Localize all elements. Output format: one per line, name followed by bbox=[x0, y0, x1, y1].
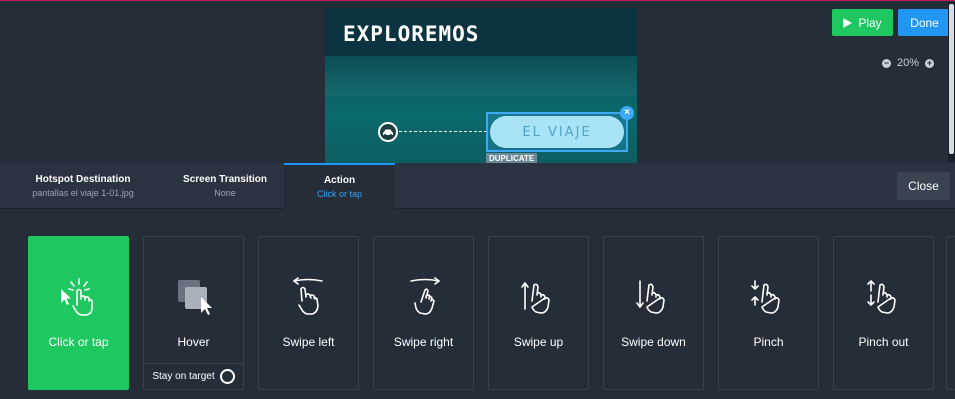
action-label: Click or tap bbox=[48, 335, 109, 349]
swipe-left-icon bbox=[259, 271, 358, 321]
swipe-down-icon bbox=[604, 271, 703, 321]
hotspot-area[interactable]: EL VIAJE bbox=[486, 112, 628, 152]
action-swipe-down[interactable]: Swipe down bbox=[603, 236, 704, 390]
screen-title: EXPLOREMOS bbox=[343, 22, 480, 46]
close-button[interactable]: Close bbox=[897, 172, 950, 200]
tab-title: Action bbox=[323, 175, 356, 186]
hotspot-label: EL VIAJE bbox=[490, 116, 624, 148]
action-label: Swipe right bbox=[393, 335, 454, 349]
play-label: Play bbox=[858, 15, 882, 30]
car-icon[interactable] bbox=[378, 122, 398, 142]
tab-value: None bbox=[214, 188, 236, 198]
action-label: Swipe up bbox=[513, 335, 564, 349]
zoom-control: − 20% + bbox=[882, 56, 946, 70]
zoom-in-icon[interactable]: + bbox=[925, 58, 935, 68]
action-label: Pinch bbox=[753, 335, 784, 349]
action-pinch-out[interactable]: Pinch out bbox=[833, 236, 934, 390]
swipe-right-icon bbox=[374, 271, 473, 321]
hover-cursor-icon bbox=[144, 271, 243, 321]
tab-title: Screen Transition bbox=[183, 174, 267, 185]
duplicate-button[interactable]: DUPLICATE bbox=[486, 153, 538, 163]
stay-on-target-radio[interactable] bbox=[219, 369, 235, 384]
done-button[interactable]: Done bbox=[898, 9, 951, 36]
action-label: Pinch out bbox=[858, 335, 909, 349]
action-pinch[interactable]: Pinch bbox=[718, 236, 819, 390]
action-hover[interactable]: Hover Stay on target bbox=[143, 236, 244, 390]
window-top-border bbox=[0, 0, 955, 1]
tab-hotspot-destination[interactable]: Hotspot Destination pantallas el viaje 1… bbox=[0, 163, 166, 209]
play-icon bbox=[843, 17, 853, 28]
action-label: Swipe down bbox=[621, 335, 686, 349]
action-card-partial[interactable] bbox=[946, 236, 955, 390]
action-swipe-right[interactable]: Swipe right bbox=[373, 236, 474, 390]
hotspot-link-line bbox=[399, 131, 487, 132]
car-glyph-icon bbox=[383, 129, 393, 136]
scrollbar-thumb[interactable] bbox=[949, 4, 954, 154]
stay-on-target-option[interactable]: Stay on target bbox=[144, 363, 243, 389]
pinch-out-icon bbox=[834, 271, 933, 321]
action-click-or-tap[interactable]: Click or tap bbox=[28, 236, 129, 390]
tab-value: pantallas el viaje 1-01.jpg bbox=[32, 188, 134, 198]
hotspot-settings-tabbar: Hotspot Destination pantallas el viaje 1… bbox=[0, 163, 955, 209]
action-label: Hover bbox=[177, 335, 210, 349]
zoom-level: 20% bbox=[897, 57, 920, 69]
scrollbar[interactable] bbox=[948, 2, 955, 162]
hotspot-remove-icon[interactable]: × bbox=[620, 106, 634, 120]
stay-on-target-label: Stay on target bbox=[152, 371, 215, 382]
action-options: Click or tap Hover Stay on target Swipe … bbox=[0, 210, 955, 399]
tab-screen-transition[interactable]: Screen Transition None bbox=[166, 163, 284, 209]
pinch-icon bbox=[719, 271, 818, 321]
tap-gesture-icon bbox=[29, 271, 128, 321]
screen-band bbox=[325, 56, 637, 96]
action-swipe-up[interactable]: Swipe up bbox=[488, 236, 589, 390]
zoom-out-icon[interactable]: − bbox=[882, 58, 891, 68]
action-label: Swipe left bbox=[282, 335, 335, 349]
action-swipe-left[interactable]: Swipe left bbox=[258, 236, 359, 390]
play-button[interactable]: Play bbox=[832, 9, 893, 36]
tab-action[interactable]: Action Click or tap bbox=[284, 163, 395, 209]
tab-title: Hotspot Destination bbox=[35, 174, 131, 185]
tab-value: Click or tap bbox=[316, 189, 362, 199]
swipe-up-icon bbox=[489, 271, 588, 321]
